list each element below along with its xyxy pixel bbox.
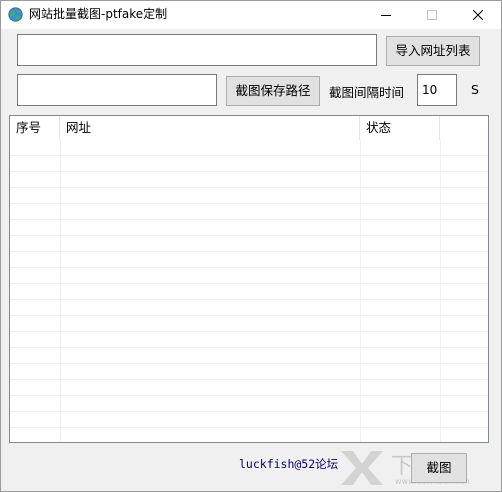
app-window: 网站批量截图-ptfake定制 导入网址列表 截图保存路径 截图间隔时间 S 序… <box>0 0 502 492</box>
column-header-empty[interactable] <box>440 116 488 140</box>
close-icon <box>473 10 483 20</box>
table-row <box>10 172 488 188</box>
table-row <box>10 316 488 332</box>
table-header: 序号 网址 状态 <box>10 116 488 140</box>
minimize-button[interactable] <box>363 1 409 29</box>
table-row <box>10 300 488 316</box>
column-header-status[interactable]: 状态 <box>360 116 440 140</box>
table-row <box>10 412 488 428</box>
maximize-button[interactable] <box>409 1 455 29</box>
interval-label: 截图间隔时间 <box>329 85 405 100</box>
table-row <box>10 380 488 396</box>
table-row <box>10 140 488 156</box>
credit-text: luckfish@52论坛 <box>239 457 339 471</box>
interval-input[interactable] <box>417 74 457 106</box>
table-row <box>10 348 488 364</box>
table-row <box>10 284 488 300</box>
maximize-icon <box>427 10 437 20</box>
column-header-url[interactable]: 网址 <box>60 116 360 140</box>
table-row <box>10 268 488 284</box>
table-row <box>10 252 488 268</box>
title-bar[interactable]: 网站批量截图-ptfake定制 <box>1 1 501 29</box>
interval-unit-label: S <box>471 82 479 97</box>
url-list-path-input[interactable] <box>17 34 377 66</box>
column-header-index[interactable]: 序号 <box>10 116 60 140</box>
table-row <box>10 220 488 236</box>
save-path-input[interactable] <box>17 74 217 106</box>
close-button[interactable] <box>455 1 501 29</box>
watermark-logo-icon <box>341 451 383 485</box>
globe-app-icon <box>8 7 23 22</box>
table-row <box>10 428 488 442</box>
capture-button[interactable]: 截图 <box>411 453 467 483</box>
table-row <box>10 236 488 252</box>
table-body <box>10 140 488 442</box>
url-list-table[interactable]: 序号 网址 状态 <box>9 115 489 443</box>
table-row <box>10 396 488 412</box>
table-row <box>10 332 488 348</box>
table-row <box>10 364 488 380</box>
window-title: 网站批量截图-ptfake定制 <box>29 7 168 21</box>
table-row <box>10 188 488 204</box>
minimize-icon <box>381 15 391 16</box>
import-url-list-button[interactable]: 导入网址列表 <box>386 36 480 66</box>
table-row <box>10 156 488 172</box>
table-row <box>10 204 488 220</box>
save-path-button[interactable]: 截图保存路径 <box>226 76 320 106</box>
